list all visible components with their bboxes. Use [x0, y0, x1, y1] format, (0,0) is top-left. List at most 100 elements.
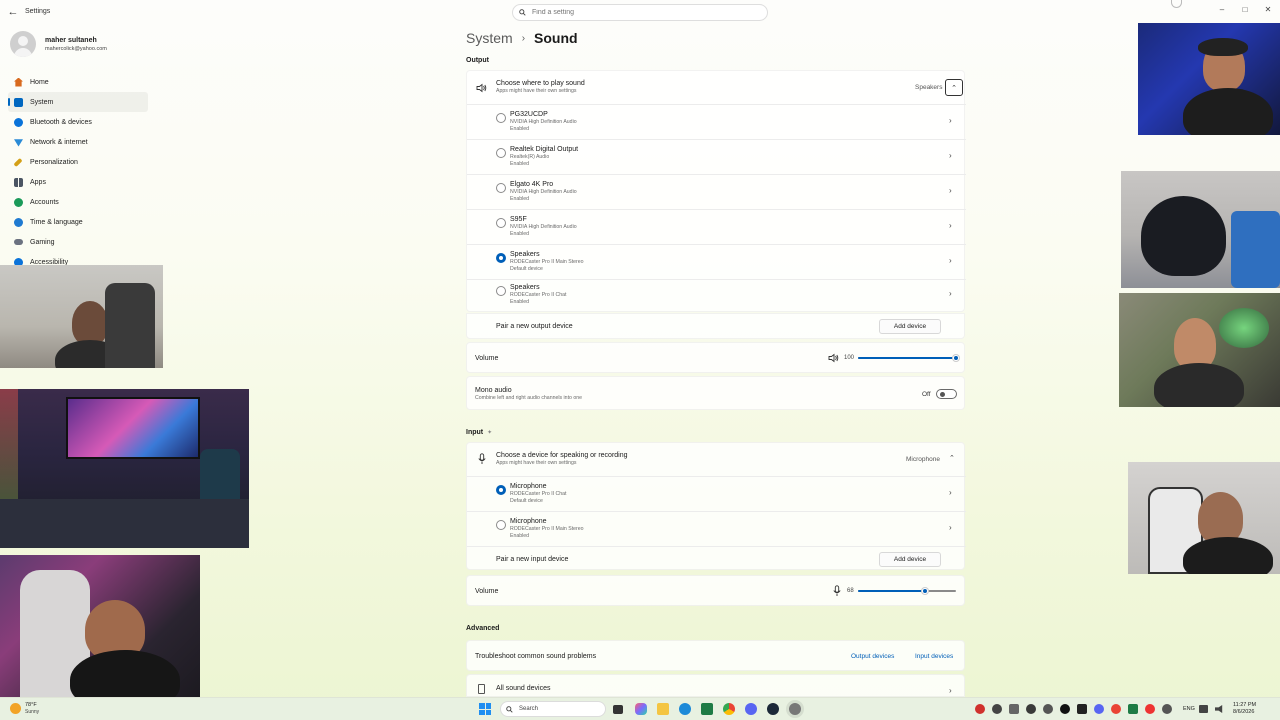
tray-app-icon[interactable]: [1128, 704, 1138, 714]
output-selected-value: Speakers: [915, 84, 943, 91]
sidebar-item-bluetooth[interactable]: Bluetooth & devices: [8, 112, 148, 132]
network-icon[interactable]: [1199, 705, 1208, 713]
device-name: Speakers: [510, 284, 540, 291]
task-view-icon[interactable]: [613, 705, 623, 714]
minimize-button[interactable]: –: [1211, 2, 1233, 16]
device-name: Speakers: [510, 251, 540, 258]
sidebar-item-accounts[interactable]: Accounts: [8, 192, 148, 212]
chevron-up-icon[interactable]: ⌃: [945, 79, 963, 96]
input-section-title: Input ✦: [466, 429, 492, 436]
tray-app-icon[interactable]: [1043, 704, 1053, 714]
advanced-section-title: Advanced: [466, 625, 500, 632]
tray-app-icon[interactable]: [1111, 704, 1121, 714]
all-sound-devices-label: All sound devices: [496, 685, 551, 692]
settings-search-input[interactable]: [532, 9, 742, 16]
taskbar-search[interactable]: Search: [500, 701, 606, 717]
chevron-up-icon[interactable]: ⌃: [949, 454, 955, 462]
tray-app-icon[interactable]: [992, 704, 1002, 714]
output-device-row[interactable]: Speakers RODECaster Pro II Main Stereo D…: [467, 246, 966, 280]
output-device-row[interactable]: Speakers RODECaster Pro II Chat Enabled …: [467, 281, 966, 313]
device-status: Enabled: [510, 533, 530, 539]
breadcrumb-parent[interactable]: System: [466, 30, 513, 46]
output-device-card: Choose where to play sound Apps might ha…: [466, 70, 966, 313]
tray-app-icon[interactable]: [1094, 704, 1104, 714]
output-volume-card: Volume 100: [466, 342, 965, 373]
bluetooth-icon: [14, 117, 23, 127]
weather-sun-icon[interactable]: [10, 703, 21, 714]
sound-device-icon: [478, 684, 485, 694]
sidebar-item-personalization[interactable]: Personalization: [8, 152, 148, 172]
user-email: mahercolick@yahoo.com: [45, 46, 107, 52]
volume-icon[interactable]: [828, 353, 839, 363]
device-status: Enabled: [510, 299, 530, 305]
output-volume-value: 100: [844, 355, 855, 361]
radio-button[interactable]: [496, 113, 506, 123]
discord-icon[interactable]: [745, 703, 757, 715]
clock-date[interactable]: 8/6/2026: [1233, 709, 1254, 715]
chrome-icon[interactable]: [723, 703, 735, 715]
output-device-row[interactable]: Realtek Digital Output Realtek(R) Audio …: [467, 141, 966, 175]
radio-button-selected[interactable]: [496, 253, 506, 263]
tray-app-icon[interactable]: [975, 704, 985, 714]
tray-app-icon[interactable]: [1145, 704, 1155, 714]
excel-icon[interactable]: [701, 703, 713, 715]
output-volume-fill: [858, 357, 956, 359]
windows-start-icon[interactable]: [479, 703, 491, 715]
back-arrow-icon[interactable]: ←: [6, 5, 20, 19]
tray-app-icon[interactable]: [1077, 704, 1087, 714]
sidebar-item-home[interactable]: Home: [8, 72, 148, 92]
tray-app-icon[interactable]: [1009, 704, 1019, 714]
output-device-row[interactable]: PG32UCDP NVIDIA High Definition Audio En…: [467, 106, 966, 140]
search-icon: [506, 705, 513, 713]
input-volume-thumb[interactable]: [922, 588, 928, 594]
edge-icon[interactable]: [679, 703, 691, 715]
device-driver: RODECaster Pro II Main Stereo: [510, 526, 584, 532]
device-name: S95F: [510, 216, 527, 223]
file-explorer-icon[interactable]: [657, 703, 669, 715]
device-driver: NVIDIA High Definition Audio: [510, 119, 577, 125]
sidebar-item-label: Personalization: [30, 158, 78, 166]
steam-icon[interactable]: [767, 703, 779, 715]
sidebar-item-gaming[interactable]: Gaming: [8, 232, 148, 252]
all-sound-devices-row[interactable]: All sound devices ›: [466, 674, 965, 697]
webcam-feed-1: [0, 265, 163, 368]
radio-button[interactable]: [496, 218, 506, 228]
copilot-icon[interactable]: [635, 703, 647, 715]
sidebar-item-label: Bluetooth & devices: [30, 118, 92, 126]
output-section-title: Output: [466, 57, 489, 64]
input-devices-link[interactable]: Input devices: [915, 653, 953, 660]
output-device-row[interactable]: Elgato 4K Pro NVIDIA High Definition Aud…: [467, 176, 966, 210]
clock-time[interactable]: 11:27 PM: [1233, 702, 1256, 708]
sidebar-item-system[interactable]: System: [8, 92, 148, 112]
add-output-device-button[interactable]: Add device: [879, 319, 941, 334]
radio-button[interactable]: [496, 183, 506, 193]
language-indicator[interactable]: ENG: [1183, 706, 1195, 712]
volume-icon[interactable]: [1215, 705, 1223, 713]
radio-button[interactable]: [496, 286, 506, 296]
weather-desc: Sunny: [25, 709, 40, 715]
input-device-row[interactable]: Microphone RODECaster Pro II Chat Defaul…: [467, 478, 966, 512]
settings-gear-icon[interactable]: [789, 703, 801, 715]
output-device-row[interactable]: S95F NVIDIA High Definition Audio Enable…: [467, 211, 966, 245]
close-button[interactable]: ✕: [1257, 2, 1279, 16]
avatar[interactable]: [10, 31, 36, 57]
troubleshoot-card: Troubleshoot common sound problems Outpu…: [466, 640, 965, 671]
output-volume-thumb[interactable]: [953, 355, 959, 361]
maximize-button[interactable]: □: [1234, 2, 1256, 16]
microphone-icon[interactable]: [833, 585, 841, 597]
radio-button-selected[interactable]: [496, 485, 506, 495]
device-name: Elgato 4K Pro: [510, 181, 554, 188]
tray-app-icon[interactable]: [1060, 704, 1070, 714]
input-device-row[interactable]: Microphone RODECaster Pro II Main Stereo…: [467, 513, 966, 547]
add-input-device-button[interactable]: Add device: [879, 552, 941, 567]
mono-audio-toggle[interactable]: [936, 389, 957, 399]
radio-button[interactable]: [496, 520, 506, 530]
sidebar-item-network[interactable]: Network & internet: [8, 132, 148, 152]
sidebar-item-apps[interactable]: Apps: [8, 172, 148, 192]
settings-search-box[interactable]: [512, 4, 768, 21]
sidebar-item-time-language[interactable]: Time & language: [8, 212, 148, 232]
radio-button[interactable]: [496, 148, 506, 158]
tray-app-icon[interactable]: [1026, 704, 1036, 714]
tray-app-icon[interactable]: [1162, 704, 1172, 714]
output-devices-link[interactable]: Output devices: [851, 653, 894, 660]
